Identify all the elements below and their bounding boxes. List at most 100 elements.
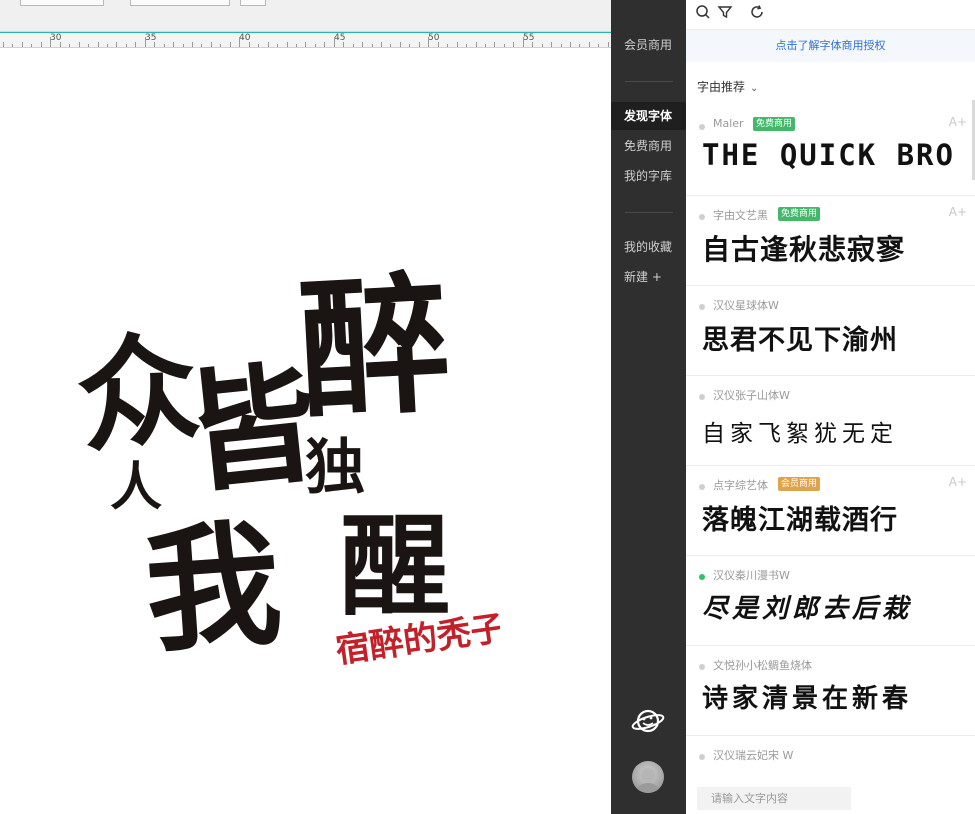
add-font-icon[interactable]: A+ <box>949 205 967 219</box>
add-font-icon[interactable]: A+ <box>949 475 967 489</box>
artwork-char: 我 <box>140 503 286 671</box>
search-icon[interactable] <box>695 4 711 20</box>
ruler-tick <box>362 42 364 47</box>
font-card[interactable]: 点字综艺体 会员商用 A+ 落魄江湖载酒行 <box>686 466 975 556</box>
font-name: 汉仪星球体W <box>713 299 779 312</box>
app-window: 30 35 40 45 50 55 众 人 皆 醉 独 我 醒 宿醉的秃子 会员… <box>0 0 975 814</box>
ruler-tick <box>144 37 146 47</box>
status-dot <box>699 214 705 220</box>
font-card[interactable]: 汉仪张子山体W 自家飞絮犹无定 <box>686 376 975 466</box>
ruler-tick <box>135 42 137 47</box>
ruler-tick <box>560 44 562 47</box>
status-dot <box>699 484 705 490</box>
nav-item-favorites[interactable]: 我的收藏 <box>611 233 686 261</box>
ruler-tick <box>428 37 430 47</box>
font-nav-sidebar: 会员商用 发现字体 免费商用 我的字库 我的收藏 新建 + <box>611 0 686 814</box>
nav-item-library[interactable]: 我的字库 <box>611 162 686 190</box>
calligraphy-artwork[interactable]: 众 人 皆 醉 独 我 醒 宿醉的秃子 <box>70 260 500 700</box>
toolbar-field[interactable] <box>20 0 104 6</box>
panel-toolbar <box>686 0 975 30</box>
ruler-tick <box>3 42 4 47</box>
artwork-char: 独 <box>305 433 365 503</box>
font-sample: 思君不见下渝州 <box>702 325 898 356</box>
toolbar-field[interactable] <box>130 0 230 6</box>
ruler-tick <box>522 37 524 47</box>
ruler-tick <box>570 42 571 47</box>
ruler-tick <box>59 42 61 47</box>
license-banner-link[interactable]: 点击了解字体商用授权 <box>686 30 975 62</box>
add-font-icon[interactable]: A+ <box>949 115 967 129</box>
ruler-tick <box>447 44 449 47</box>
nav-item-vip[interactable]: 会员商用 <box>611 31 686 59</box>
ruler-tick <box>437 42 439 47</box>
ruler-tick <box>201 44 203 47</box>
ruler-tick <box>69 44 71 47</box>
ruler-tick <box>418 42 420 47</box>
recommend-dropdown[interactable]: 字由推荐 ⌄ <box>697 78 758 95</box>
ruler-tick <box>125 44 127 47</box>
ruler-tick <box>116 42 118 47</box>
ruler-tick <box>598 44 600 47</box>
font-card[interactable]: Maler 免费商用 A+ THE QUICK BRO <box>686 106 975 196</box>
ruler-tick <box>97 42 99 47</box>
ruler-tick <box>314 44 316 47</box>
nav-item-new[interactable]: 新建 + <box>611 263 686 291</box>
ruler-tick <box>466 44 468 47</box>
font-card[interactable]: 汉仪秦川漫书W 尽是刘郎去后栽 <box>686 556 975 646</box>
font-name: Maler <box>713 117 744 130</box>
ruler-tick <box>588 42 590 47</box>
font-card[interactable]: 字由文艺黑 免费商用 A+ 自古逢秋悲寂寥 <box>686 196 975 286</box>
ruler-tick <box>475 42 477 47</box>
ruler-tick <box>579 44 581 47</box>
ruler-tick <box>409 44 411 47</box>
ruler-tick <box>352 44 354 47</box>
status-dot <box>699 304 705 310</box>
ruler-tick <box>192 42 193 47</box>
property-toolbar <box>0 0 611 32</box>
ruler-tick <box>88 44 90 47</box>
status-dot <box>699 394 705 400</box>
ruler-tick <box>456 42 458 47</box>
ruler-tick <box>154 42 156 47</box>
preview-text-input[interactable]: 请输入文字内容 <box>697 787 851 810</box>
license-badge: 免费商用 <box>753 117 796 131</box>
ruler-tick <box>163 44 165 47</box>
avatar[interactable] <box>632 761 664 793</box>
ruler-tick <box>40 42 42 47</box>
font-sample: THE QUICK BRO <box>702 138 955 172</box>
artwork-char: 醉 <box>295 260 454 440</box>
nav-divider <box>625 81 673 82</box>
design-canvas[interactable]: 30 35 40 45 50 55 众 人 皆 醉 独 我 醒 宿醉的秃子 <box>0 0 611 814</box>
artwork-char: 人 <box>110 457 162 518</box>
planet-icon[interactable] <box>631 704 665 738</box>
font-sample: 落魄江湖载酒行 <box>702 505 898 536</box>
ruler-tick <box>324 42 326 47</box>
font-name: 汉仪秦川漫书W <box>713 569 790 582</box>
font-card[interactable]: 汉仪星球体W 思君不见下渝州 <box>686 286 975 376</box>
filter-icon[interactable] <box>717 4 733 20</box>
refresh-icon[interactable] <box>749 4 765 20</box>
ruler-tick <box>31 44 33 47</box>
ruler-tick <box>484 44 486 47</box>
ruler-tick <box>607 42 609 47</box>
toolbar-button[interactable] <box>240 0 266 6</box>
ruler-tick <box>333 37 335 47</box>
font-name: 点字综艺体 <box>713 479 768 492</box>
font-sample: 自家飞絮犹无定 <box>702 421 898 447</box>
ruler-tick <box>371 44 373 47</box>
status-dot <box>699 124 705 130</box>
ruler-tick <box>106 44 108 47</box>
ruler-tick <box>78 42 80 47</box>
ruler-tick <box>50 37 52 47</box>
ruler-tick <box>267 42 269 47</box>
font-name: 汉仪张子山体W <box>713 389 790 402</box>
ruler-tick <box>229 42 231 47</box>
font-sample: 尽是刘郎去后栽 <box>702 594 913 624</box>
nav-item-discover[interactable]: 发现字体 <box>611 102 686 130</box>
status-dot <box>699 754 705 760</box>
ruler-tick <box>399 42 401 47</box>
ruler-tick <box>295 44 297 47</box>
font-card[interactable]: 文悦孙小松鲷鱼烧体 诗家清景在新春 <box>686 646 975 736</box>
nav-item-free[interactable]: 免费商用 <box>611 132 686 160</box>
license-badge: 会员商用 <box>778 477 821 491</box>
